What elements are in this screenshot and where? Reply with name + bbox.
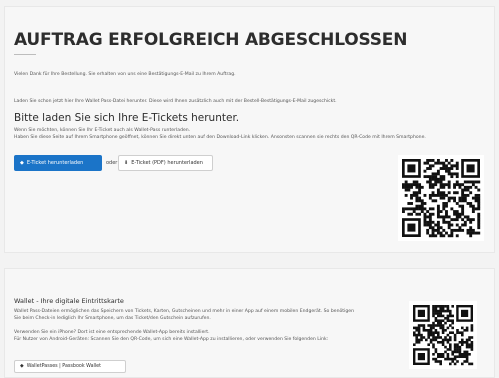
download-icon: ⬇: [124, 160, 129, 166]
tickets-desc-line2: Haben Sie diese Seite auf Ihrem Smartpho…: [14, 135, 426, 140]
wallet-app-qr-code: [409, 301, 477, 369]
diamond-icon: ◆: [20, 364, 24, 369]
pdf-download-label: E-Ticket (PDF) herunterladen: [131, 160, 203, 166]
e-ticket-download-label: E-Ticket herunterladen: [26, 160, 84, 166]
wallet-desc-line4: Für Nutzer von Android-Geräten: Scannen …: [14, 337, 329, 342]
walletpass-hint-text: Laden Sie schon jetzt hier Ihre Wallet P…: [14, 99, 337, 104]
tickets-heading: Bitte laden Sie sich Ihre E-Tickets heru…: [14, 112, 240, 124]
e-ticket-download-button[interactable]: ◆ E-Ticket herunterladen: [14, 155, 102, 171]
walletpasses-link-button[interactable]: ◆ WalletPasses | Passbook Wallet: [14, 360, 126, 373]
ticket-qr-code: [398, 155, 484, 241]
tickets-desc-line1: Wenn Sie möchten, können Sie Ihr E-Ticke…: [14, 128, 191, 133]
walletpasses-link-label: WalletPasses | Passbook Wallet: [26, 364, 102, 369]
ticket-icon: ◆: [20, 160, 24, 166]
wallet-desc-line1: Wallet Pass-Dateien ermöglichen das Spei…: [14, 309, 355, 314]
oder-text: oder: [106, 160, 118, 166]
wallet-desc-line2: Sie beim Check-in lediglich Ihr Smartpho…: [14, 316, 211, 321]
thanks-text: Vielen Dank für Ihre Bestellung. Sie erh…: [14, 72, 236, 77]
page-title: AUFTRAG ERFOLGREICH ABGESCHLOSSEN: [14, 30, 408, 50]
wallet-desc-line3: Verwenden Sie ein iPhone? Dort ist eine …: [14, 330, 210, 335]
title-underline: [14, 54, 36, 55]
pdf-download-button[interactable]: ⬇ E-Ticket (PDF) herunterladen: [118, 155, 213, 171]
wallet-heading: Wallet - Ihre digitale Eintrittskarte: [14, 297, 124, 305]
